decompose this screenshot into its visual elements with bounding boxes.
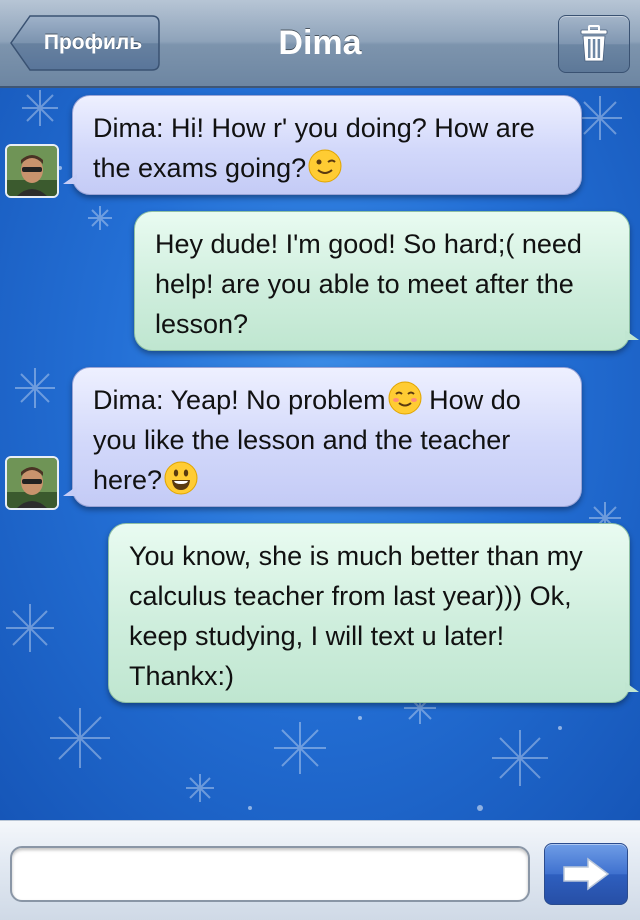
winking-face-icon [308,149,342,183]
smiling-face-icon [388,381,422,415]
person-photo-icon [7,146,57,196]
delete-conversation-button[interactable] [558,15,630,73]
message-bubble-outgoing[interactable]: Hey dude! I'm good! So hard;( need help!… [134,211,639,351]
navigation-bar: Профиль Dima [0,0,640,88]
send-button[interactable] [544,843,628,905]
right-arrow-icon [563,857,610,891]
trash-icon [580,25,608,62]
contact-avatar[interactable] [5,144,59,198]
bubble-tail [63,174,77,184]
message-text: You know, she is much better than my cal… [129,541,583,691]
bubble-tail [63,486,77,496]
contact-avatar[interactable] [5,456,59,510]
message-text-start: Dima: Yeap! No problem [93,385,386,415]
grinning-face-icon [164,461,198,495]
chat-area[interactable]: Dima: Hi! How r' you doing? How are the … [0,88,640,820]
message-input[interactable] [10,846,530,902]
message-bubble-outgoing[interactable]: You know, she is much better than my cal… [108,523,639,703]
message-bubble-incoming[interactable]: Dima: Yeap! No problem How do you like t… [63,367,582,507]
message-bubble-incoming[interactable]: Dima: Hi! How r' you doing? How are the … [63,95,582,195]
message-text: Hey dude! I'm good! So hard;( need help!… [155,229,582,339]
person-photo-icon [7,458,57,508]
back-button-label: Профиль [43,31,143,54]
bubble-tail [625,330,639,340]
back-button-profile[interactable]: Профиль [10,15,160,71]
conversation-title: Dima [278,23,362,62]
message-input-bar [0,820,640,920]
bubble-tail [625,682,639,692]
